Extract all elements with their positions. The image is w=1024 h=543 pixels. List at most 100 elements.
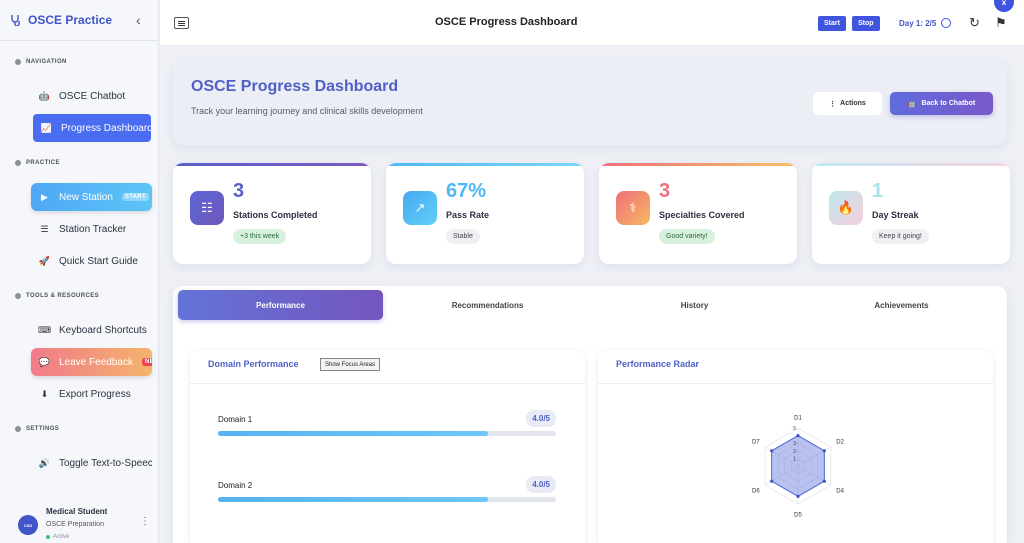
sidebar-item-label: Quick Start Guide [59, 255, 138, 267]
domain-performance-title: Domain Performance [208, 359, 299, 369]
card-accent [173, 163, 371, 166]
stat-label: Day Streak [872, 210, 919, 220]
actions-button[interactable]: ⋮ Actions [813, 92, 882, 115]
fire-icon: 🔥 [829, 191, 863, 225]
sidebar-item-label: Keyboard Shortcuts [59, 324, 147, 336]
card-accent [812, 163, 1010, 166]
user-name: Medical Student [46, 507, 108, 516]
user-role: OSCE Preparation [46, 521, 104, 528]
section-practice: PRACTICE [15, 160, 60, 166]
sidebar-item-label: Station Tracker [59, 223, 127, 235]
tab-recommendations[interactable]: Recommendations [385, 290, 590, 320]
stat-value: 3 [659, 180, 671, 202]
topbar: OSCE Progress Dashboard Start Stop Day 1… [160, 0, 1024, 46]
radar-tick-label: 5 [793, 426, 796, 432]
radar-tick-label: 2 [793, 449, 796, 455]
divider [190, 383, 585, 384]
status-dot-icon [46, 535, 50, 539]
stat-value: 1 [872, 180, 884, 202]
performance-radar-card: Performance Radar D1 D2 D4 D5 D6 D7 5 3 2 1 [598, 350, 993, 543]
stat-pill: Good variety! [659, 229, 715, 244]
sidebar-item-label: Toggle Text-to-Speech [59, 457, 152, 469]
radar-title: Performance Radar [616, 359, 700, 369]
sidebar-item-tts[interactable]: 🔊 Toggle Text-to-Speech [31, 449, 152, 477]
tab-performance[interactable]: Performance [178, 290, 383, 320]
domain-name: Domain 2 [218, 481, 253, 490]
flag-icon[interactable]: ⚑ [995, 15, 1007, 31]
card-accent [386, 163, 584, 166]
domain-progress-fill [218, 497, 489, 502]
more-vertical-icon[interactable]: ⋮ [140, 516, 150, 527]
stethoscope-icon [11, 15, 20, 26]
sidebar-item-new-station[interactable]: ▶ New Station START [31, 183, 152, 211]
stat-card-stations: ☷ 3 Stations Completed +3 this week [173, 163, 371, 264]
list-icon: ☰ [40, 223, 49, 234]
radar-axis-label: D2 [836, 440, 844, 446]
section-label: PRACTICE [26, 160, 60, 166]
collapse-sidebar-icon[interactable]: ‹ [136, 12, 141, 28]
stat-card-specialties: ⚕ 3 Specialties Covered Good variety! [599, 163, 797, 264]
stat-pill: +3 this week [233, 229, 287, 244]
radar-axis-label: D5 [794, 513, 802, 519]
section-label: SETTINGS [26, 426, 60, 432]
robot-icon: 🤖 [907, 100, 917, 108]
sidebar-item-label: Progress Dashboard [61, 122, 151, 134]
hamburger-menu-icon[interactable] [174, 17, 189, 29]
radar-data-point [822, 479, 826, 483]
speaker-icon: 🔊 [38, 457, 51, 468]
show-focus-areas-button[interactable]: Show Focus Areas [320, 358, 381, 371]
sidebar-item-dashboard[interactable]: 📈 Progress Dashboard [33, 114, 151, 142]
tab-history[interactable]: History [592, 290, 797, 320]
radar-chart: D1 D2 D4 D5 D6 D7 5 3 21 [752, 415, 845, 519]
sidebar-item-feedback[interactable]: 💬 Leave Feedback NEW [31, 348, 152, 376]
radar-axis-label: D6 [752, 488, 760, 494]
stat-label: Pass Rate [446, 210, 490, 220]
domain-score: 4.0/5 [526, 410, 556, 427]
section-label: TOOLS & RESOURCES [26, 293, 100, 299]
new-badge: NEW [141, 358, 152, 366]
divider [598, 383, 993, 384]
chart-line-icon: ↗ [403, 191, 437, 225]
stat-card-streak: 🔥 1 Day Streak Keep it going! [812, 163, 1010, 264]
start-button[interactable]: Start [818, 16, 846, 31]
dashboard-subtitle: Track your learning journey and clinical… [191, 106, 423, 116]
domain-name: Domain 1 [218, 415, 253, 424]
domain-performance-card: Domain Performance Show Focus Areas Doma… [190, 350, 585, 543]
brand[interactable]: OSCE Practice [10, 13, 112, 27]
chart-line-icon: 📈 [40, 122, 53, 133]
radar-data-point [770, 479, 774, 483]
day-progress: Day 1: 2/5 [899, 18, 952, 28]
section-navigation: NAVIGATION [15, 59, 67, 65]
radar-tick-label: 3 [793, 441, 796, 447]
domain-progress-track [218, 497, 556, 502]
rocket-icon: 🚀 [38, 255, 51, 266]
sidebar-item-tracker[interactable]: ☰ Station Tracker [31, 215, 152, 243]
progress-ring-icon [941, 18, 952, 28]
tab-achievements[interactable]: Achievements [799, 290, 1004, 320]
sidebar-item-export[interactable]: ⬇ Export Progress [31, 380, 152, 408]
domain-progress-track [218, 431, 556, 436]
radar-data-point [796, 434, 800, 438]
back-to-chatbot-button[interactable]: 🤖 Back to Chatbot [890, 92, 993, 115]
actions-label: Actions [840, 100, 866, 107]
user-card[interactable]: CSD Medical Student OSCE Preparation Act… [10, 498, 152, 543]
sidebar-item-guide[interactable]: 🚀 Quick Start Guide [31, 247, 152, 275]
tabs-panel: Performance Recommendations History Achi… [173, 286, 1007, 543]
compass-icon [15, 59, 21, 65]
divider [0, 40, 159, 41]
radar-data-point [822, 449, 826, 453]
tools-icon [15, 293, 21, 299]
back-label: Back to Chatbot [921, 100, 976, 107]
radar-tick-label: 1 [793, 456, 796, 462]
download-icon: ⬇ [40, 388, 49, 399]
section-label: NAVIGATION [26, 59, 67, 65]
stop-button[interactable]: Stop [852, 16, 880, 31]
section-settings: SETTINGS [15, 426, 59, 432]
sidebar-item-chatbot[interactable]: 🤖 OSCE Chatbot [31, 82, 152, 110]
stat-card-pass-rate: ↗ 67% Pass Rate Stable [386, 163, 584, 264]
sidebar-item-shortcuts[interactable]: ⌨ Keyboard Shortcuts [31, 316, 152, 344]
keyboard-icon: ⌨ [38, 324, 51, 335]
comment-icon: 💬 [38, 356, 51, 367]
refresh-icon[interactable]: ↻ [969, 15, 980, 31]
stat-value: 3 [233, 180, 245, 202]
